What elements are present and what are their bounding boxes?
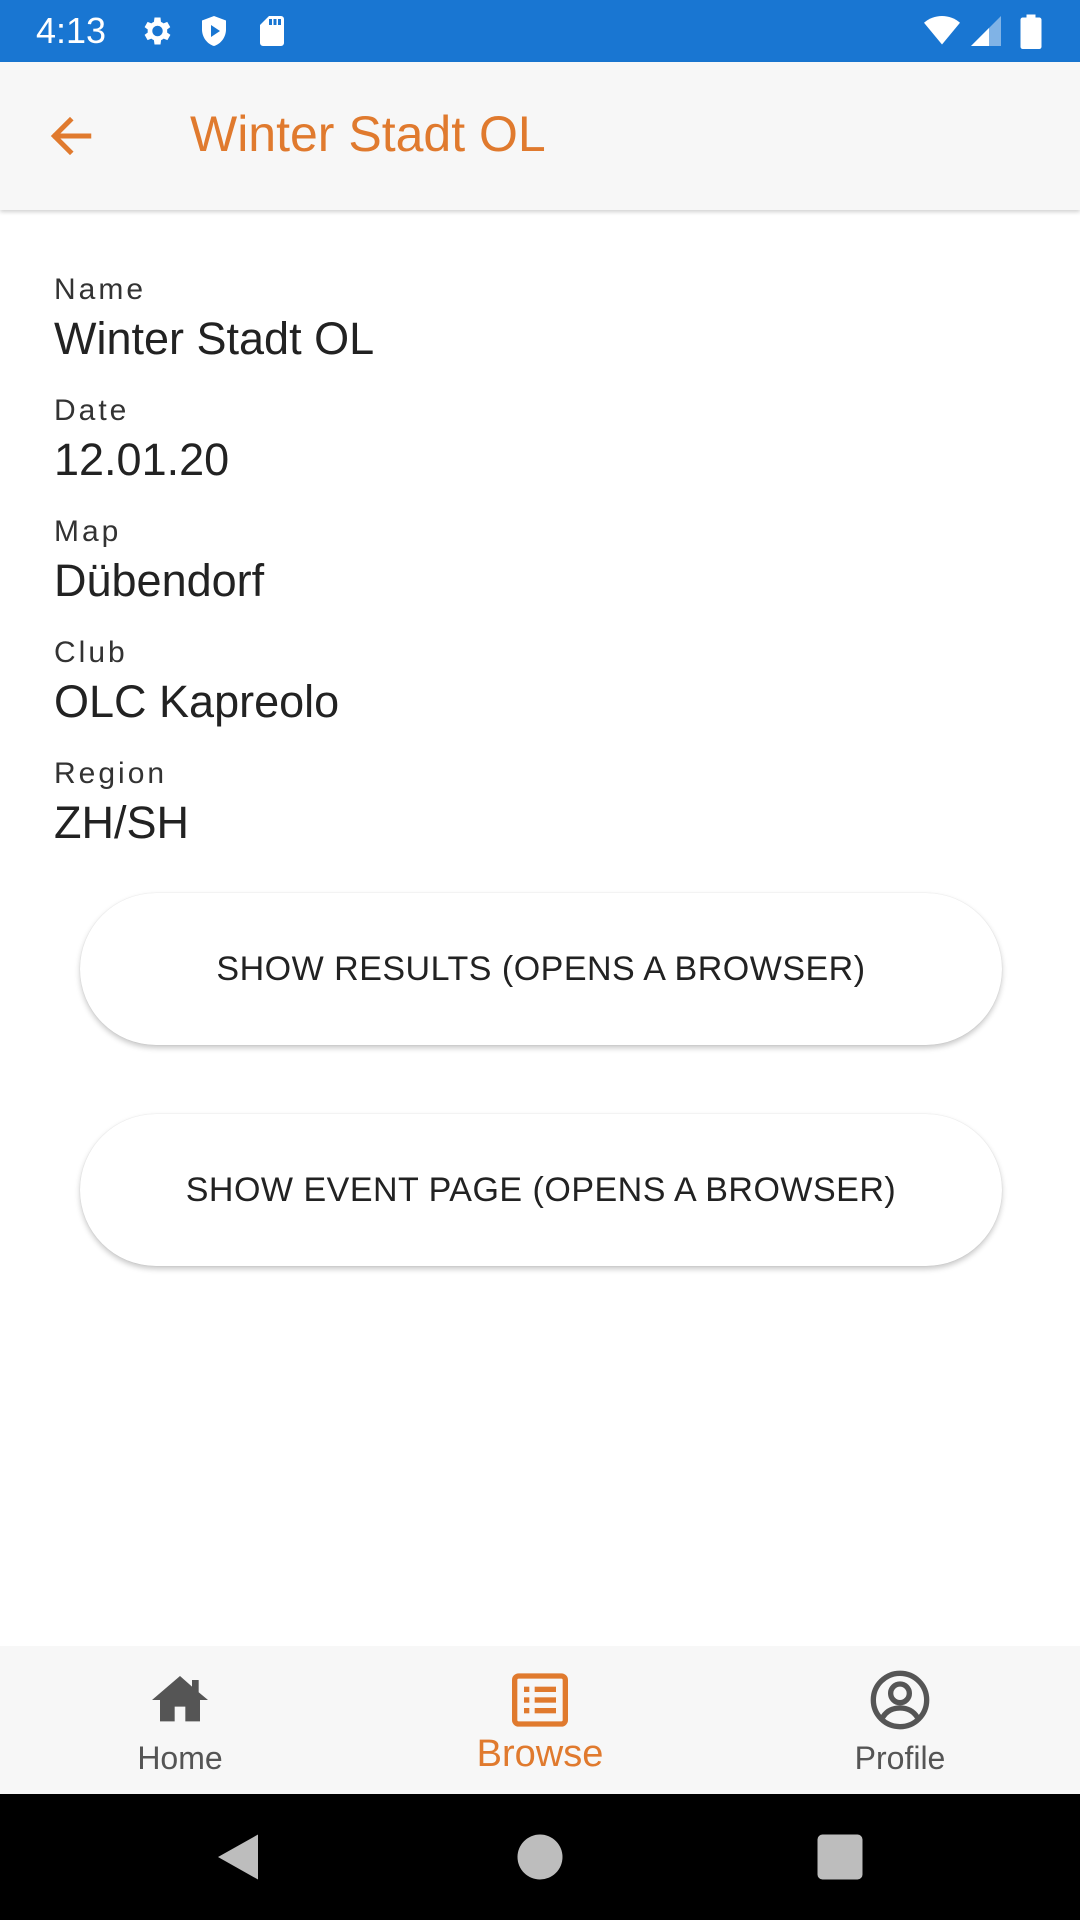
back-button[interactable] [36, 102, 104, 170]
show-results-button[interactable]: SHOW RESULTS (OPENS A BROWSER) [80, 893, 1002, 1045]
field-date: Date 12.01.20 [54, 391, 1014, 512]
battery-icon [1020, 14, 1042, 49]
field-label: Map [54, 515, 122, 548]
wifi-icon [924, 16, 960, 45]
field-value: 12.01.20 [54, 434, 230, 485]
settings-icon [144, 17, 171, 45]
nav-item-browse[interactable]: Browse [360, 1646, 720, 1794]
nav-label-browse: Browse [476, 1733, 604, 1775]
cell-signal-icon [971, 16, 1001, 46]
app-bar: Winter Stadt OL [0, 62, 1080, 210]
field-value: OLC Kapreolo [54, 676, 340, 727]
field-label: Club [54, 636, 128, 669]
field-club: Club OLC Kapreolo [54, 633, 1014, 754]
recents-square-icon[interactable] [810, 1827, 870, 1887]
status-time: 4:13 [36, 10, 107, 51]
system-navigation-bar [0, 1794, 1080, 1920]
field-label: Date [54, 394, 130, 427]
nav-label-home: Home [137, 1740, 223, 1776]
field-region: Region ZH/SH [54, 754, 1014, 875]
show-event-page-button[interactable]: SHOW EVENT PAGE (OPENS A BROWSER) [80, 1114, 1002, 1266]
screen: 4:13 Winter Stadt OL Name Winter Stadt O… [0, 0, 1080, 1920]
field-label: Region [54, 757, 168, 790]
back-triangle-icon[interactable] [208, 1827, 268, 1887]
arrow-back-icon [50, 116, 92, 156]
field-name: Name Winter Stadt OL [54, 270, 1014, 391]
nav-label-profile: Profile [854, 1740, 946, 1776]
bottom-navigation: Home Browse Profile [0, 1646, 1080, 1794]
page-title: Winter Stadt OL [190, 106, 546, 162]
home-circle-icon[interactable] [510, 1827, 570, 1887]
nav-item-profile[interactable]: Profile [720, 1646, 1080, 1794]
home-icon [152, 1676, 208, 1722]
list-icon [512, 1673, 568, 1727]
field-value: ZH/SH [54, 797, 189, 848]
shield-icon [202, 16, 226, 46]
status-bar: 4:13 [0, 0, 1080, 62]
event-details: Name Winter Stadt OL Date 12.01.20 Map D… [54, 270, 1014, 875]
sd-card-icon [260, 16, 284, 46]
field-value: Winter Stadt OL [54, 313, 375, 364]
nav-item-home[interactable]: Home [0, 1646, 360, 1794]
field-label: Name [54, 273, 147, 306]
field-map: Map Dübendorf [54, 512, 1014, 633]
profile-icon [870, 1670, 930, 1730]
field-value: Dübendorf [54, 555, 265, 606]
